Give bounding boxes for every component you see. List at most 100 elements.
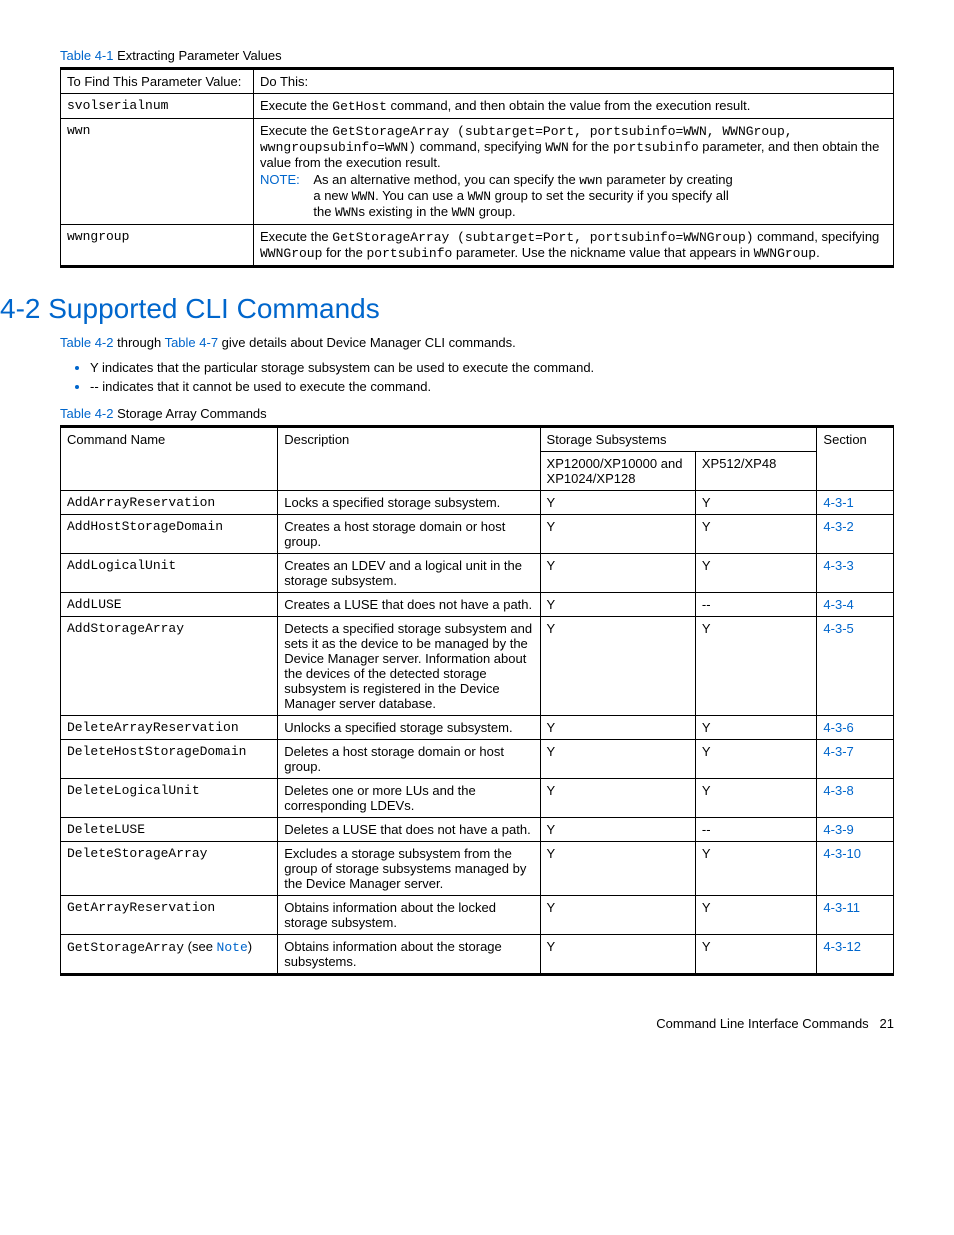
t42-h-sub2: XP512/XP48 [695, 452, 817, 491]
section-heading: 4-2 Supported CLI Commands [0, 293, 894, 325]
cmd-desc: Unlocks a specified storage subsystem. [278, 716, 540, 740]
cmd-section[interactable]: 4-3-6 [817, 716, 894, 740]
cmd-sub2: Y [695, 491, 817, 515]
cmd-name: GetArrayReservation [61, 896, 278, 935]
cmd-section[interactable]: 4-3-7 [817, 740, 894, 779]
cmd-desc: Obtains information about the storage su… [278, 935, 540, 975]
cmd-name: DeleteLogicalUnit [61, 779, 278, 818]
cmd-sub2: -- [695, 593, 817, 617]
cmd-sub2: Y [695, 842, 817, 896]
cmd-sub2: Y [695, 779, 817, 818]
cmd-name: DeleteHostStorageDomain [61, 740, 278, 779]
cmd-sub1: Y [540, 935, 695, 975]
table-row: DeleteLogicalUnitDeletes one or more LUs… [61, 779, 894, 818]
cmd-sub1: Y [540, 491, 695, 515]
cmd-sub1: Y [540, 716, 695, 740]
cmd-section[interactable]: 4-3-4 [817, 593, 894, 617]
t42-h-cmd: Command Name [61, 427, 278, 491]
t41-r2-param: wwn [61, 119, 254, 225]
table-4-2-link[interactable]: Table 4-2 [60, 406, 113, 421]
table-row: DeleteArrayReservationUnlocks a specifie… [61, 716, 894, 740]
cmd-desc: Deletes one or more LUs and the correspo… [278, 779, 540, 818]
cmd-sub1: Y [540, 740, 695, 779]
cmd-section[interactable]: 4-3-9 [817, 818, 894, 842]
table-row: DeleteStorageArrayExcludes a storage sub… [61, 842, 894, 896]
legend-dash: -- indicates that it cannot be used to e… [90, 379, 894, 394]
cmd-name: AddStorageArray [61, 617, 278, 716]
cmd-desc: Deletes a LUSE that does not have a path… [278, 818, 540, 842]
table-row: DeleteLUSEDeletes a LUSE that does not h… [61, 818, 894, 842]
t41-r1-param: svolserialnum [61, 94, 254, 119]
cmd-name: AddLUSE [61, 593, 278, 617]
table-4-1-caption: Table 4-1 Extracting Parameter Values [60, 48, 894, 63]
legend-y: Y indicates that the particular storage … [90, 360, 894, 375]
cmd-desc: Creates a LUSE that does not have a path… [278, 593, 540, 617]
intro-paragraph: Table 4-2 through Table 4-7 give details… [60, 335, 894, 350]
cmd-sub1: Y [540, 554, 695, 593]
cmd-name: DeleteLUSE [61, 818, 278, 842]
cmd-section[interactable]: 4-3-5 [817, 617, 894, 716]
cmd-sub1: Y [540, 593, 695, 617]
cmd-sub2: -- [695, 818, 817, 842]
cmd-section[interactable]: 4-3-12 [817, 935, 894, 975]
cmd-name: DeleteArrayReservation [61, 716, 278, 740]
cmd-sub2: Y [695, 740, 817, 779]
page-footer: Command Line Interface Commands 21 [60, 1016, 894, 1031]
cmd-sub1: Y [540, 617, 695, 716]
cmd-section[interactable]: 4-3-8 [817, 779, 894, 818]
cmd-name: AddHostStorageDomain [61, 515, 278, 554]
table-row: AddArrayReservationLocks a specified sto… [61, 491, 894, 515]
cmd-sub1: Y [540, 842, 695, 896]
table-row: DeleteHostStorageDomainDeletes a host st… [61, 740, 894, 779]
table-4-2-caption: Table 4-2 Storage Array Commands [60, 406, 894, 421]
cmd-sub2: Y [695, 554, 817, 593]
cmd-sub2: Y [695, 716, 817, 740]
t42-h-sub1: XP12000/XP10000 and XP1024/XP128 [540, 452, 695, 491]
table-row: AddStorageArrayDetects a specified stora… [61, 617, 894, 716]
cmd-desc: Detects a specified storage subsystem an… [278, 617, 540, 716]
cmd-section[interactable]: 4-3-1 [817, 491, 894, 515]
cmd-section[interactable]: 4-3-10 [817, 842, 894, 896]
note-link[interactable]: Note [217, 940, 248, 955]
t41-header-param: To Find This Parameter Value: [61, 69, 254, 94]
t41-r3-param: wwngroup [61, 225, 254, 267]
cmd-sub2: Y [695, 935, 817, 975]
table-row: AddLUSECreates a LUSE that does not have… [61, 593, 894, 617]
cmd-sub2: Y [695, 617, 817, 716]
link-table-4-2[interactable]: Table 4-2 [60, 335, 113, 350]
table-row: AddLogicalUnitCreates an LDEV and a logi… [61, 554, 894, 593]
cmd-desc: Excludes a storage subsystem from the gr… [278, 842, 540, 896]
cmd-name: DeleteStorageArray [61, 842, 278, 896]
table-4-1: To Find This Parameter Value: Do This: s… [60, 67, 894, 268]
cmd-desc: Obtains information about the locked sto… [278, 896, 540, 935]
legend-list: Y indicates that the particular storage … [90, 360, 894, 394]
cmd-desc: Deletes a host storage domain or host gr… [278, 740, 540, 779]
cmd-sub2: Y [695, 896, 817, 935]
cmd-sub1: Y [540, 896, 695, 935]
table-row: AddHostStorageDomainCreates a host stora… [61, 515, 894, 554]
t41-r3-do: Execute the GetStorageArray (subtarget=P… [254, 225, 894, 267]
cmd-section[interactable]: 4-3-3 [817, 554, 894, 593]
cmd-section[interactable]: 4-3-11 [817, 896, 894, 935]
cmd-sub1: Y [540, 779, 695, 818]
cmd-name: AddLogicalUnit [61, 554, 278, 593]
t41-header-do: Do This: [254, 69, 894, 94]
t41-r1-do: Execute the GetHost command, and then ob… [254, 94, 894, 119]
cmd-name: GetStorageArray (see Note) [61, 935, 278, 975]
cmd-sub2: Y [695, 515, 817, 554]
t42-h-desc: Description [278, 427, 540, 491]
table-row: GetStorageArray (see Note)Obtains inform… [61, 935, 894, 975]
cmd-sub1: Y [540, 818, 695, 842]
cmd-desc: Creates a host storage domain or host gr… [278, 515, 540, 554]
table-4-1-title: Extracting Parameter Values [113, 48, 281, 63]
table-4-1-link[interactable]: Table 4-1 [60, 48, 113, 63]
t42-h-sec: Section [817, 427, 894, 491]
table-4-2: Command Name Description Storage Subsyst… [60, 425, 894, 976]
t41-r2-do: Execute the GetStorageArray (subtarget=P… [254, 119, 894, 225]
note-label: NOTE: [260, 172, 300, 187]
link-table-4-7[interactable]: Table 4-7 [165, 335, 218, 350]
cmd-section[interactable]: 4-3-2 [817, 515, 894, 554]
table-row: GetArrayReservationObtains information a… [61, 896, 894, 935]
cmd-desc: Creates an LDEV and a logical unit in th… [278, 554, 540, 593]
cmd-sub1: Y [540, 515, 695, 554]
